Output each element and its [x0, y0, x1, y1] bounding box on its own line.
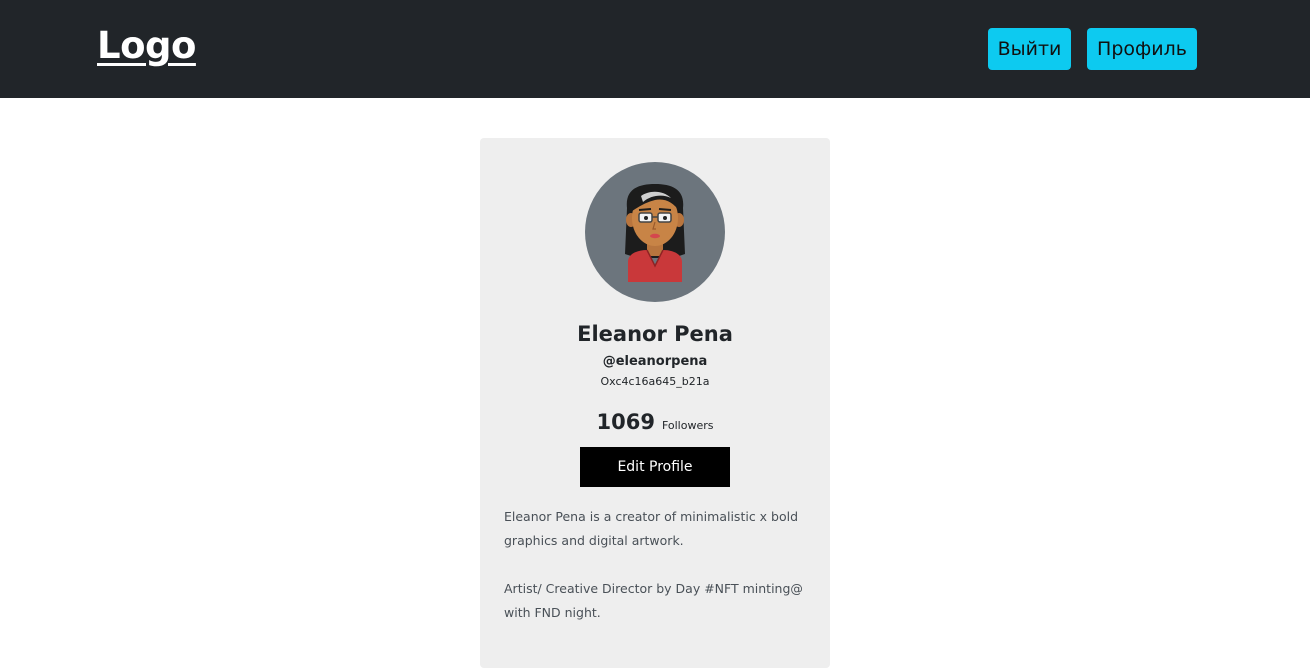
wallet-address: Oxc4c16a645_b21a — [600, 375, 710, 388]
logout-button[interactable]: Выйти — [988, 28, 1071, 70]
followers-stat: 1069 Followers — [480, 410, 830, 434]
profile-button[interactable]: Профиль — [1087, 28, 1197, 70]
top-navbar: Logo Выйти Профиль — [0, 0, 1310, 98]
profile-card: Eleanor Pena @eleanorpena Oxc4c16a645_b2… — [480, 138, 830, 668]
profile-bio: Eleanor Pena is a creator of minimalisti… — [504, 505, 804, 649]
avatar-illustration-icon — [625, 184, 685, 282]
edit-profile-button[interactable]: Edit Profile — [580, 447, 730, 487]
bio-paragraph: Artist/ Creative Director by Day #NFT mi… — [504, 581, 803, 620]
profile-name: Eleanor Pena — [577, 322, 733, 346]
profile-handle: @eleanorpena — [602, 354, 708, 369]
bio-paragraph: Eleanor Pena is a creator of minimalisti… — [504, 509, 799, 548]
avatar — [585, 162, 725, 302]
logo-link[interactable]: Logo — [97, 24, 196, 67]
followers-count: 1069 — [596, 410, 655, 434]
followers-label: Followers — [661, 419, 714, 432]
